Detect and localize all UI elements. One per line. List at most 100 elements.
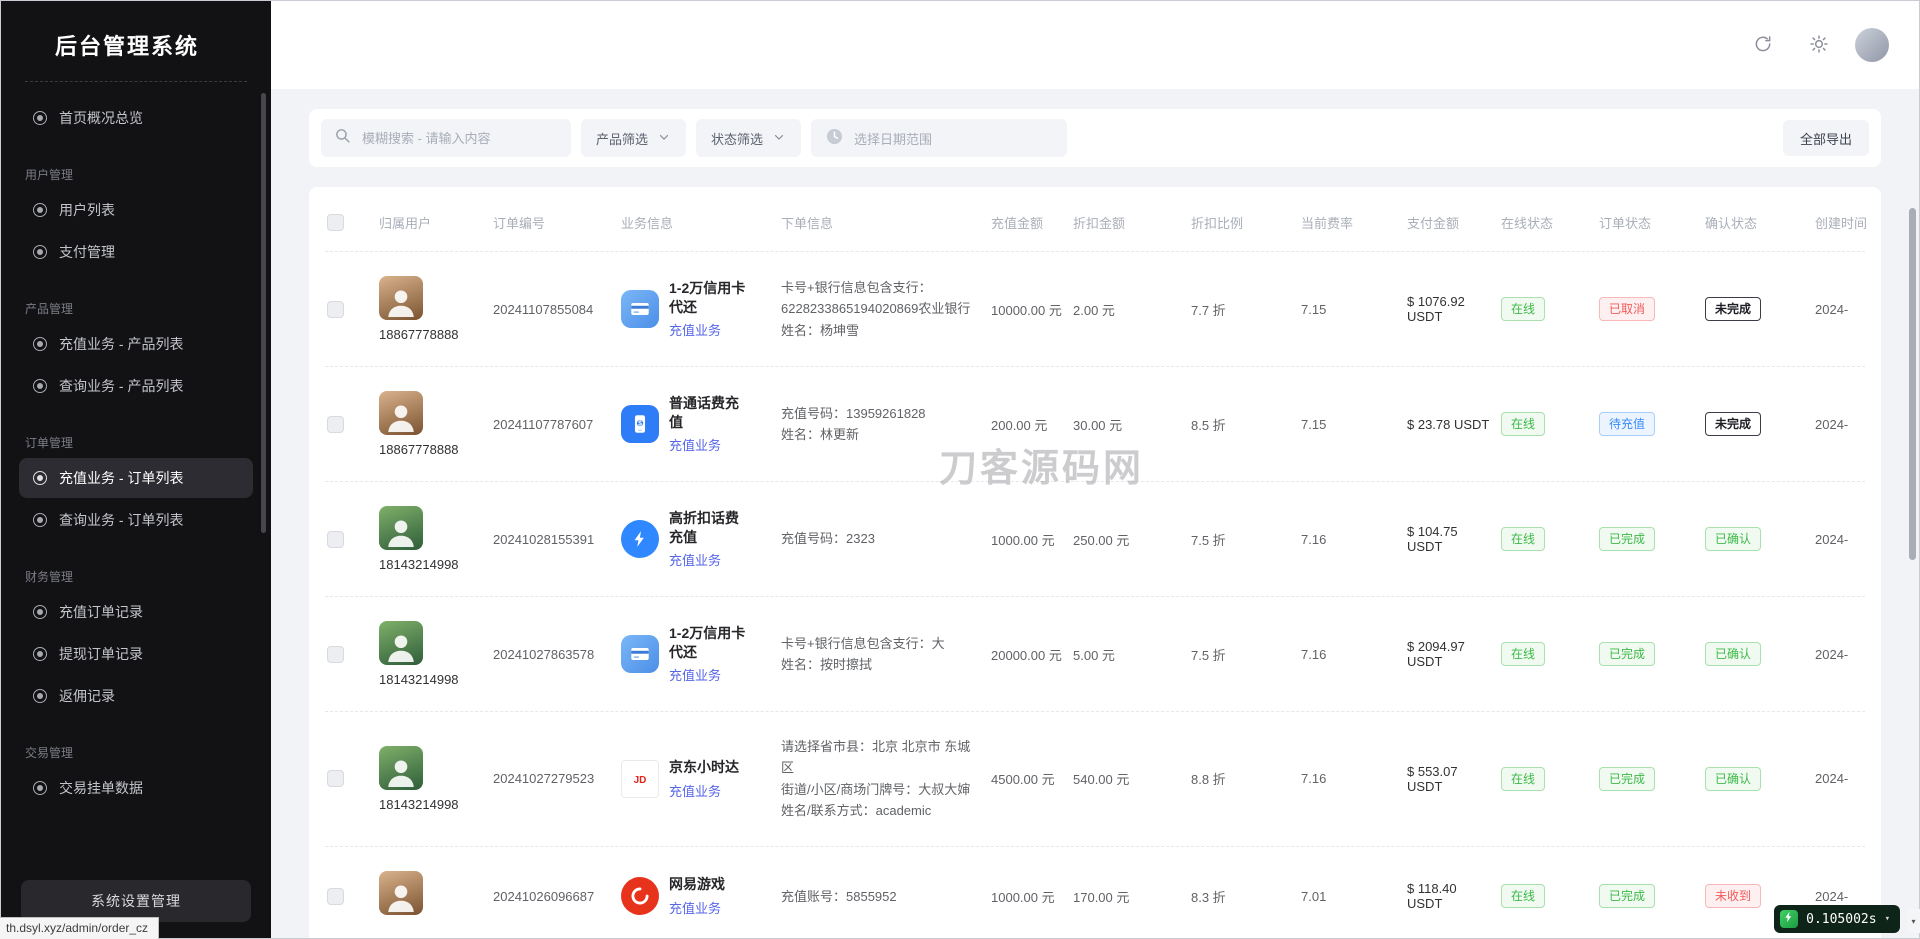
user-avatar-photo — [379, 391, 423, 435]
online-status-badge: 在线 — [1501, 527, 1545, 551]
sidebar-menu-entry[interactable]: 交易挂单数据 — [19, 768, 253, 808]
date-range-picker[interactable]: 选择日期范围 — [811, 119, 1067, 157]
order-info: 卡号+银行信息包含支行： 6228233865194020869农业银行 姓名：… — [781, 277, 981, 341]
sidebar-menu-entry[interactable]: 充值业务 - 订单列表 — [19, 458, 253, 498]
product-name: 1-2万信用卡代还 — [669, 279, 747, 317]
product-filter-select[interactable]: 产品筛选 — [581, 119, 686, 157]
row-checkbox[interactable] — [327, 416, 344, 433]
created-time: 2024- — [1815, 532, 1881, 547]
page-content: 产品筛选 状态筛选 选择日期范围 全部导出 — [271, 89, 1919, 938]
sun-theme-icon — [1809, 34, 1829, 57]
status-filter-label: 状态筛选 — [711, 129, 763, 148]
menu-circle-icon — [33, 647, 47, 661]
sidebar-menu-entry[interactable]: 返佣记录 — [19, 676, 253, 716]
current-rate: 7.15 — [1301, 302, 1397, 317]
row-checkbox[interactable] — [327, 770, 344, 787]
product-name: 京东小时达 — [669, 758, 747, 777]
menu-circle-icon — [33, 471, 47, 485]
scrollbar-down-arrow[interactable]: ▾ — [1907, 909, 1920, 933]
order-number: 20241107855084 — [493, 302, 611, 317]
theme-toggle-button[interactable] — [1799, 25, 1839, 65]
devtools-icon — [1780, 910, 1798, 928]
discount-amount: 170.00 元 — [1073, 887, 1181, 906]
product-icon — [621, 635, 659, 673]
column-header: 折扣比例 — [1191, 213, 1291, 232]
menu-circle-icon — [33, 781, 47, 795]
order-info: 充值号码：2323 — [781, 528, 981, 549]
caret-down-icon: ▾ — [1885, 914, 1890, 924]
row-checkbox[interactable] — [327, 888, 344, 905]
column-header: 创建时间 — [1815, 213, 1881, 232]
discount-ratio: 8.5 折 — [1191, 415, 1291, 434]
recharge-amount: 10000.00 元 — [991, 300, 1063, 319]
perf-badge[interactable]: 0.105002s ▾ — [1774, 905, 1900, 933]
sidebar-menu-entry[interactable]: 用户列表 — [19, 190, 253, 230]
sidebar-menu-entry[interactable]: 提现订单记录 — [19, 634, 253, 674]
sidebar-menu-entry[interactable]: 充值订单记录 — [19, 592, 253, 632]
status-url-tooltip: th.dsyl.xyz/admin/order_cz — [0, 917, 159, 939]
discount-amount: 250.00 元 — [1073, 530, 1181, 549]
sidebar-menu-entry[interactable]: 查询业务 - 订单列表 — [19, 500, 253, 540]
order-status-badge: 已完成 — [1599, 642, 1655, 666]
current-rate: 7.15 — [1301, 417, 1397, 432]
pay-amount: $ 2094.97 USDT — [1407, 639, 1491, 669]
sidebar-scrollbar[interactable] — [261, 93, 266, 533]
current-rate: 7.16 — [1301, 532, 1397, 547]
recharge-amount: 4500.00 元 — [991, 769, 1063, 788]
user-avatar-photo — [379, 621, 423, 665]
sidebar-menu-entry[interactable]: 查询业务 - 产品列表 — [19, 366, 253, 406]
recharge-amount: 200.00 元 — [991, 415, 1063, 434]
order-number: 20241107787607 — [493, 417, 611, 432]
sidebar: 后台管理系统 首页概况总览 用户管理 用户列表 — [1, 1, 271, 938]
menu-label: 财务管理 — [25, 568, 73, 585]
pay-amount: $ 1076.92 USDT — [1407, 294, 1491, 324]
user-phone: 18143214998 — [379, 557, 459, 572]
business-type: 充值业务 — [669, 781, 747, 800]
table-row: 20241026096687 网易游戏 充值业务 充值账号：5855952 10… — [325, 846, 1865, 938]
menu-label: 用户管理 — [25, 166, 73, 183]
sidebar-menu-entry[interactable]: 支付管理 — [19, 232, 253, 272]
app-title: 后台管理系统 — [1, 23, 271, 81]
column-header: 订单状态 — [1599, 213, 1695, 232]
column-header: 折扣金额 — [1073, 213, 1181, 232]
confirm-status-badge: 已确认 — [1705, 527, 1761, 551]
page-scrollbar[interactable] — [1909, 208, 1916, 560]
product-name: 高折扣话费充值 — [669, 509, 747, 547]
export-all-button[interactable]: 全部导出 — [1783, 120, 1869, 156]
user-avatar[interactable] — [1855, 28, 1889, 62]
select-all-checkbox[interactable] — [327, 214, 344, 231]
discount-amount: 2.00 元 — [1073, 300, 1181, 319]
product-icon — [621, 877, 659, 915]
user-avatar-photo — [379, 276, 423, 320]
confirm-status-badge: 未完成 — [1705, 297, 1761, 321]
menu-circle-icon — [33, 689, 47, 703]
status-filter-select[interactable]: 状态筛选 — [696, 119, 801, 157]
sidebar-menu-entry[interactable]: 首页概况总览 — [19, 98, 253, 138]
business-type: 充值业务 — [669, 665, 747, 684]
menu-circle-icon — [33, 111, 47, 125]
row-checkbox[interactable] — [327, 531, 344, 548]
system-settings-button[interactable]: 系统设置管理 — [21, 880, 251, 922]
search-input[interactable] — [360, 130, 558, 147]
recharge-amount: 20000.00 元 — [991, 645, 1063, 664]
table-body: 18867778888 20241107855084 1-2万信用卡代还 充值业… — [325, 251, 1865, 938]
online-status-badge: 在线 — [1501, 884, 1545, 908]
column-header: 支付金额 — [1407, 213, 1491, 232]
business-type: 充值业务 — [669, 435, 747, 454]
sidebar-menu-entry[interactable]: 充值业务 - 产品列表 — [19, 324, 253, 364]
sidebar-menu: 首页概况总览 用户管理 用户列表 支付管理 — [1, 92, 271, 808]
row-checkbox[interactable] — [327, 301, 344, 318]
refresh-button[interactable] — [1743, 25, 1783, 65]
column-header: 归属用户 — [379, 213, 483, 232]
sidebar-menu-entry: 财务管理 — [19, 562, 253, 590]
confirm-status-badge: 已确认 — [1705, 767, 1761, 791]
confirm-status-badge: 已确认 — [1705, 642, 1761, 666]
menu-circle-icon — [33, 203, 47, 217]
pay-amount: $ 23.78 USDT — [1407, 417, 1491, 432]
row-checkbox[interactable] — [327, 646, 344, 663]
confirm-status-badge: 未完成 — [1705, 412, 1761, 436]
menu-label: 查询业务 - 产品列表 — [59, 376, 183, 396]
discount-ratio: 7.5 折 — [1191, 645, 1291, 664]
current-rate: 7.01 — [1301, 889, 1397, 904]
column-header: 下单信息 — [781, 213, 981, 232]
